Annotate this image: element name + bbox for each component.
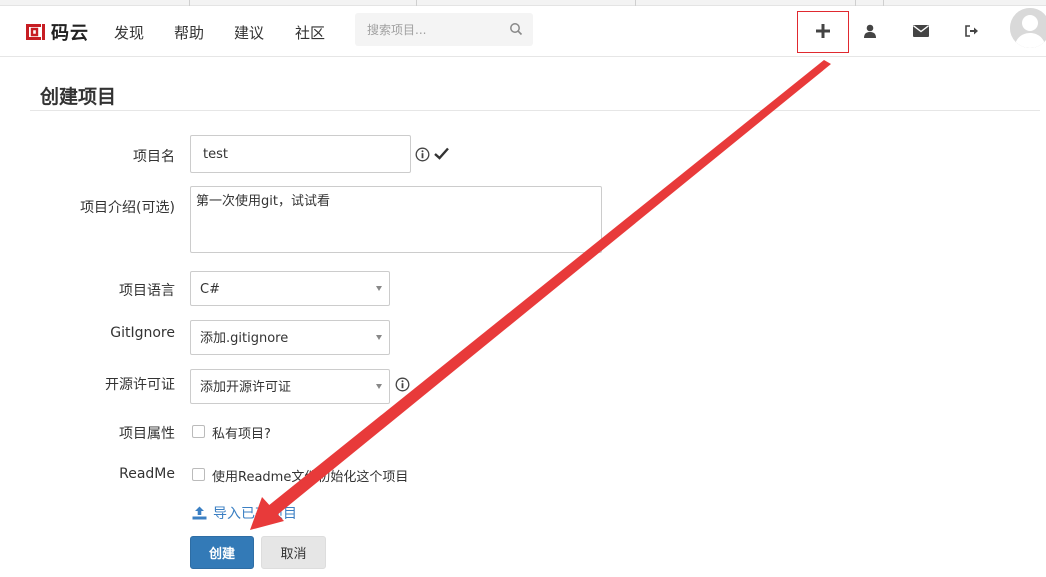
user-icon <box>864 24 876 38</box>
avatar-icon <box>1010 8 1046 48</box>
select-value: 添加.gitignore <box>200 331 289 346</box>
profile-button[interactable] <box>844 10 896 52</box>
gitignore-select[interactable]: 添加.gitignore <box>190 320 390 355</box>
divider <box>30 110 1040 111</box>
readme-option-label[interactable]: 使用Readme文件初始化这个项目 <box>212 466 408 485</box>
project-language-label: 项目语言 <box>119 283 175 299</box>
mail-icon <box>913 25 929 37</box>
nav-suggest[interactable]: 建议 <box>234 22 264 43</box>
logout-button[interactable] <box>946 10 998 52</box>
project-description-textarea[interactable]: 第一次使用git，试试看 <box>190 186 602 253</box>
import-project-text: 导入已有项目 <box>213 506 297 522</box>
project-language-select[interactable]: C# <box>190 271 390 306</box>
import-project-link[interactable]: 导入已有项目 <box>192 503 297 523</box>
messages-button[interactable] <box>895 10 947 52</box>
readme-checkbox[interactable] <box>192 468 205 481</box>
logo-icon <box>26 24 45 40</box>
private-project-checkbox[interactable] <box>192 425 205 438</box>
check-icon <box>434 147 449 160</box>
select-value: C# <box>200 282 220 297</box>
gitignore-label: GitIgnore <box>110 325 175 341</box>
chevron-down-icon <box>376 335 382 340</box>
project-name-input[interactable] <box>190 135 411 173</box>
create-button[interactable]: 创建 <box>190 536 254 569</box>
avatar[interactable] <box>1010 8 1046 48</box>
search-box <box>355 13 533 46</box>
chevron-down-icon <box>376 286 382 291</box>
project-attribute-label: 项目属性 <box>119 426 175 442</box>
upload-icon <box>192 506 207 520</box>
project-description-label: 项目介绍(可选) <box>80 200 175 216</box>
nav-help[interactable]: 帮助 <box>174 22 204 43</box>
annotation-highlight-box <box>797 11 849 53</box>
logo[interactable]: 码云 <box>24 20 89 44</box>
nav-discover[interactable]: 发现 <box>114 22 144 43</box>
license-label: 开源许可证 <box>105 377 175 393</box>
info-icon[interactable] <box>415 147 430 162</box>
readme-label: ReadMe <box>119 466 175 482</box>
license-select[interactable]: 添加开源许可证 <box>190 369 390 404</box>
chevron-down-icon <box>376 384 382 389</box>
nav-community[interactable]: 社区 <box>295 22 325 43</box>
private-project-label[interactable]: 私有项目? <box>212 423 271 442</box>
resize-handle-icon[interactable] <box>592 243 600 251</box>
logo-text: 码云 <box>51 23 89 44</box>
search-input[interactable] <box>355 13 505 46</box>
search-icon[interactable] <box>509 22 523 36</box>
project-name-label: 项目名 <box>133 149 175 165</box>
logout-icon <box>965 25 978 37</box>
select-value: 添加开源许可证 <box>200 380 292 395</box>
page-title: 创建项目 <box>40 86 117 108</box>
info-icon[interactable] <box>395 377 410 392</box>
cancel-button[interactable]: 取消 <box>261 536 326 569</box>
